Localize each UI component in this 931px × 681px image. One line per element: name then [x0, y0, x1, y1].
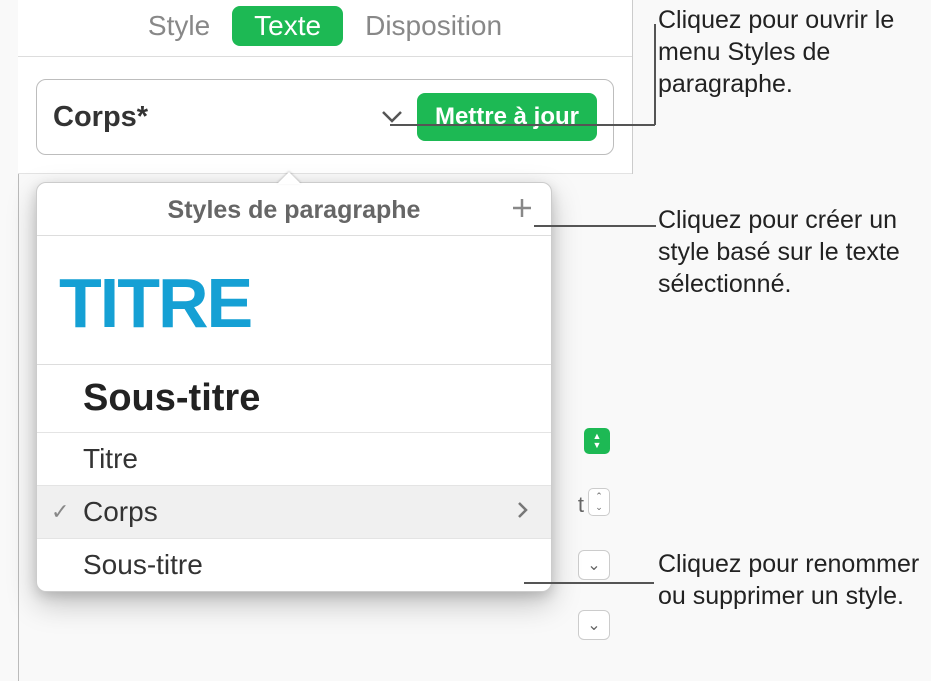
paragraph-style-section: Corps* Mettre à jour	[18, 57, 632, 174]
popover-title: Styles de paragraphe	[85, 196, 503, 225]
format-panel: Style Texte Disposition Corps* Mettre à …	[18, 0, 633, 174]
chevron-right-icon	[517, 501, 529, 519]
paragraph-style-row: Corps* Mettre à jour	[36, 79, 614, 155]
style-item-sous-titre[interactable]: Sous-titre	[37, 365, 551, 433]
style-preview: TITRE	[37, 236, 551, 365]
callout-leader	[524, 582, 654, 584]
style-item-label: Sous-titre	[83, 549, 203, 581]
paragraph-styles-popover: Styles de paragraphe TITRE Sous-titre Ti…	[36, 182, 552, 592]
style-item-label: Sous-titre	[83, 377, 260, 420]
chevron-up-icon: ⌃	[595, 491, 603, 502]
paragraph-style-dropdown[interactable]	[148, 110, 417, 124]
style-list: Sous-titre Titre ✓ Corps Sous-titre	[37, 365, 551, 591]
dropdown-control-1[interactable]: ⌄	[578, 550, 610, 580]
chevron-down-icon: ⌄	[587, 555, 600, 575]
style-item-label: Titre	[83, 443, 138, 475]
callout-create-style: Cliquez pour créer un style basé sur le …	[658, 204, 928, 300]
preview-text: TITRE	[59, 274, 533, 334]
size-stepper[interactable]: ⌃ ⌄	[588, 488, 610, 516]
chevron-down-icon: ▼	[593, 441, 602, 450]
callout-leader	[654, 24, 656, 125]
color-stepper[interactable]: ▲ ▼	[584, 428, 610, 454]
plus-icon	[511, 197, 533, 219]
current-style-name: Corps*	[53, 101, 148, 134]
style-item-label: Corps	[83, 496, 158, 528]
callout-leader	[390, 124, 655, 126]
popover-header: Styles de paragraphe	[37, 183, 551, 236]
style-item-corps[interactable]: ✓ Corps	[37, 486, 551, 539]
add-style-button[interactable]	[511, 195, 533, 225]
check-icon: ✓	[51, 499, 69, 525]
tabs-row: Style Texte Disposition	[18, 0, 632, 57]
tab-style[interactable]: Style	[126, 6, 232, 46]
callout-rename-delete-style: Cliquez pour renommer ou supprimer un st…	[658, 548, 928, 612]
chevron-down-icon: ⌄	[595, 502, 603, 513]
submenu-button[interactable]	[517, 499, 529, 525]
style-item-titre[interactable]: Titre	[37, 433, 551, 486]
inspector-panel: Style Texte Disposition Corps* Mettre à …	[0, 0, 640, 681]
dropdown-control-2[interactable]: ⌄	[578, 610, 610, 640]
tab-texte[interactable]: Texte	[232, 6, 343, 46]
chevron-down-icon	[381, 110, 403, 124]
tab-disposition[interactable]: Disposition	[343, 6, 524, 46]
chevron-down-icon: ⌄	[587, 615, 600, 635]
font-size-suffix: t	[578, 492, 584, 518]
callout-open-styles-menu: Cliquez pour ouvrir le menu Styles de pa…	[658, 4, 928, 100]
callout-leader	[534, 225, 656, 227]
style-item-sous-titre-2[interactable]: Sous-titre	[37, 539, 551, 591]
update-style-button[interactable]: Mettre à jour	[417, 93, 597, 141]
